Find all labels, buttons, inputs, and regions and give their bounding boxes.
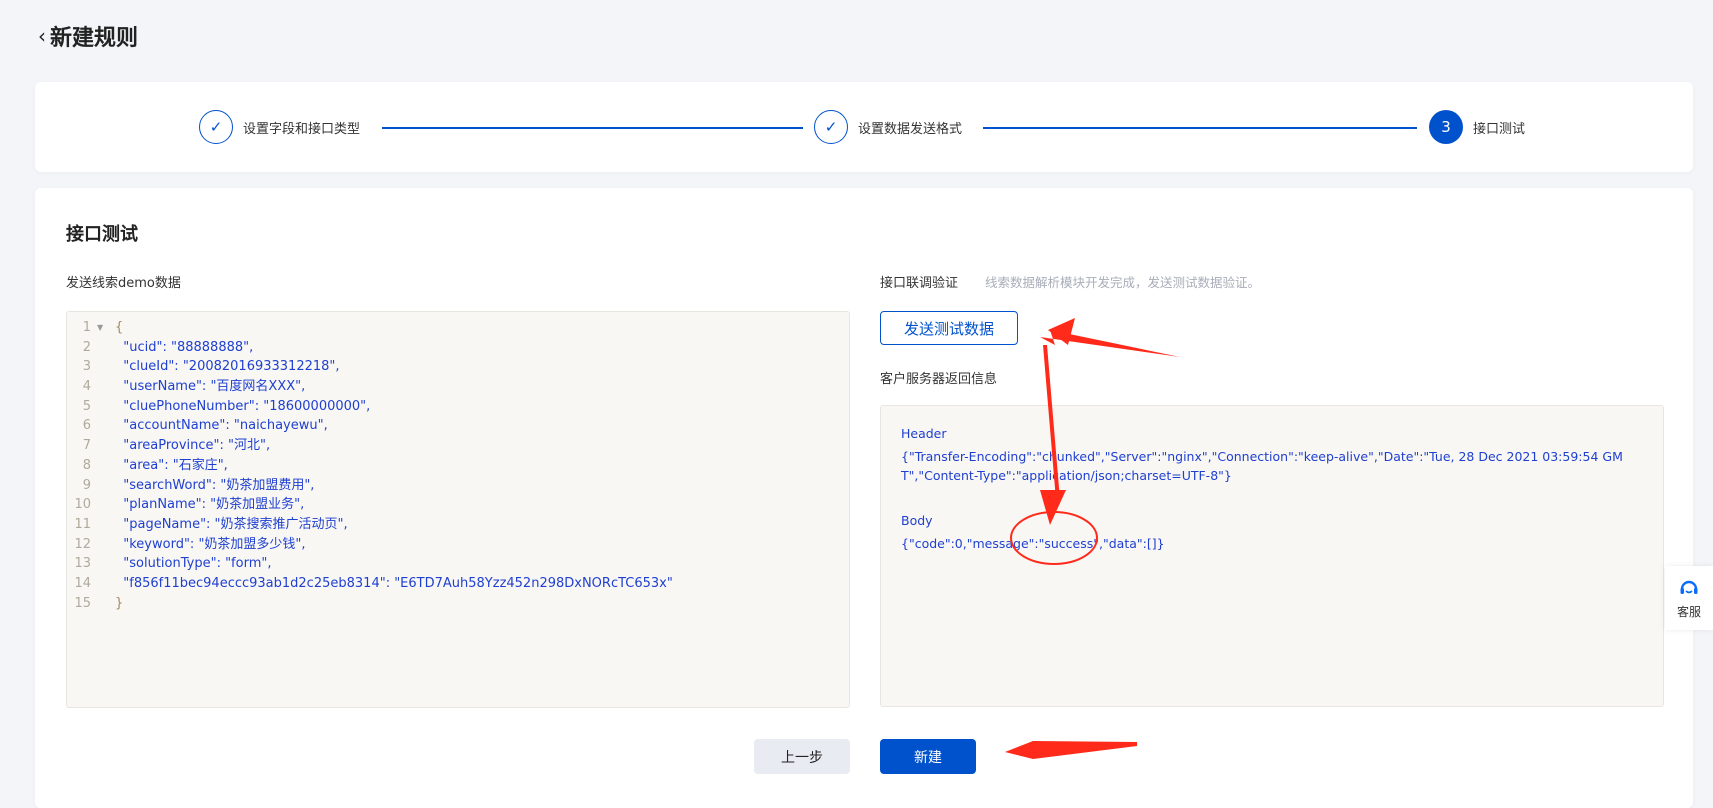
fold-gutter (97, 535, 115, 555)
section-title: 接口测试 (66, 224, 138, 245)
fold-gutter (97, 456, 115, 476)
body-title: Body (901, 513, 933, 528)
code-text: "accountName": "naichayewu", (115, 418, 328, 434)
code-line: 10 "planName": "奶茶加盟业务", (67, 495, 849, 515)
code-line: 9 "searchWord": "奶茶加盟费用", (67, 476, 849, 496)
line-number: 4 (82, 379, 91, 395)
customer-service-label: 客服 (1676, 604, 1701, 619)
body-json: {"code":0,"message":"success","data":[]} (901, 536, 1165, 551)
code-text: "areaProvince": "河北", (115, 438, 271, 454)
create-button[interactable]: 新建 (880, 739, 976, 774)
line-number: 3 (82, 359, 91, 375)
line-number: 14 (74, 575, 91, 591)
verify-label: 接口联调验证 (880, 276, 959, 291)
header-json: {"Transfer-Encoding":"chunked","Server":… (901, 449, 1623, 483)
fold-gutter (97, 416, 115, 436)
page-title-text: 新建规则 (50, 26, 139, 51)
code-line: 12 "keyword": "奶茶加盟多少钱", (67, 535, 849, 555)
response-label: 客户服务器返回信息 (880, 372, 998, 387)
code-text: "clueId": "20082016933312218", (115, 359, 340, 375)
line-number: 1 (82, 320, 91, 335)
code-line: 8 "area": "石家庄", (67, 456, 849, 476)
code-line: 7 "areaProvince": "河北", (67, 436, 849, 456)
code-line: 3 "clueId": "20082016933312218", (67, 357, 849, 377)
step-connector (382, 127, 803, 129)
code-line: 14 "f856f11bec94eccc93ab1d2c25eb8314": "… (67, 574, 849, 594)
step-1-label: 设置字段和接口类型 (243, 122, 361, 137)
step-3-label: 接口测试 (1473, 122, 1526, 137)
step-connector (983, 127, 1417, 129)
fold-gutter (97, 594, 115, 614)
fold-gutter (97, 436, 115, 456)
code-text: "ucid": "88888888", (115, 339, 254, 355)
line-number: 11 (74, 516, 91, 532)
step-3-number: 3 (1429, 110, 1463, 144)
headset-icon (1680, 580, 1698, 594)
code-line: 4 "userName": "百度网名XXX", (67, 377, 849, 397)
scrollbar[interactable] (1700, 0, 1713, 794)
code-line: 6 "accountName": "naichayewu", (67, 416, 849, 436)
fold-gutter (97, 357, 115, 377)
demo-data-label: 发送线索demo数据 (66, 276, 181, 291)
response-box: Header {"Transfer-Encoding":"chunked","S… (880, 405, 1664, 707)
code-text: "area": "石家庄", (115, 457, 228, 473)
fold-gutter (97, 377, 115, 397)
code-text: "pageName": "奶茶搜索推广活动页", (115, 516, 348, 532)
code-line: 2 "ucid": "88888888", (67, 338, 849, 358)
line-number: 2 (82, 339, 91, 355)
code-line: 13 "solutionType": "form", (67, 554, 849, 574)
line-number: 10 (74, 497, 91, 513)
back-chevron-icon[interactable]: ‹ (38, 24, 46, 48)
fold-gutter (97, 574, 115, 594)
code-line: 11 "pageName": "奶茶搜索推广活动页", (67, 515, 849, 535)
fold-gutter (97, 515, 115, 535)
fold-gutter (97, 495, 115, 515)
fold-gutter (97, 397, 115, 417)
code-line: 15} (67, 594, 849, 614)
code-text: } (115, 595, 124, 611)
code-line: 5 "cluePhoneNumber": "18600000000", (67, 397, 849, 417)
step-1-check-icon: ✓ (199, 110, 233, 144)
header-title: Header (901, 426, 947, 441)
prev-step-button[interactable]: 上一步 (754, 739, 850, 774)
line-number: 7 (82, 438, 91, 454)
code-text: "userName": "百度网名XXX", (115, 379, 306, 395)
code-text: "searchWord": "奶茶加盟费用", (115, 477, 315, 493)
line-number: 5 (82, 398, 91, 414)
code-text: "planName": "奶茶加盟业务", (115, 497, 305, 513)
demo-code-editor[interactable]: 1 ▼{2 "ucid": "88888888", 3 "clueId": "200… (66, 311, 850, 708)
code-line: 1 ▼{ (67, 318, 849, 338)
line-number: 9 (82, 477, 91, 493)
step-2-check-icon: ✓ (814, 110, 848, 144)
customer-service-widget[interactable]: 客服 (1665, 566, 1713, 630)
code-text: "keyword": "奶茶加盟多少钱", (115, 536, 306, 552)
code-text: "f856f11bec94eccc93ab1d2c25eb8314": "E6T… (115, 575, 673, 591)
code-text: "cluePhoneNumber": "18600000000", (115, 398, 371, 414)
line-number: 15 (74, 595, 91, 611)
code-text: { (115, 320, 124, 335)
step-2-label: 设置数据发送格式 (858, 122, 963, 137)
line-number: 12 (74, 536, 91, 552)
verify-hint: 线索数据解析模块开发完成，发送测试数据验证。 (985, 275, 1261, 290)
line-number: 13 (74, 556, 91, 572)
page-title: ‹ 新建规则 (38, 20, 138, 52)
line-number: 8 (82, 457, 91, 473)
fold-caret-icon[interactable]: ▼ (97, 318, 115, 338)
fold-gutter (97, 476, 115, 496)
line-number: 6 (82, 418, 91, 434)
send-test-data-button[interactable]: 发送测试数据 (880, 311, 1018, 345)
fold-gutter (97, 338, 115, 358)
fold-gutter (97, 554, 115, 574)
code-text: "solutionType": "form", (115, 556, 272, 572)
